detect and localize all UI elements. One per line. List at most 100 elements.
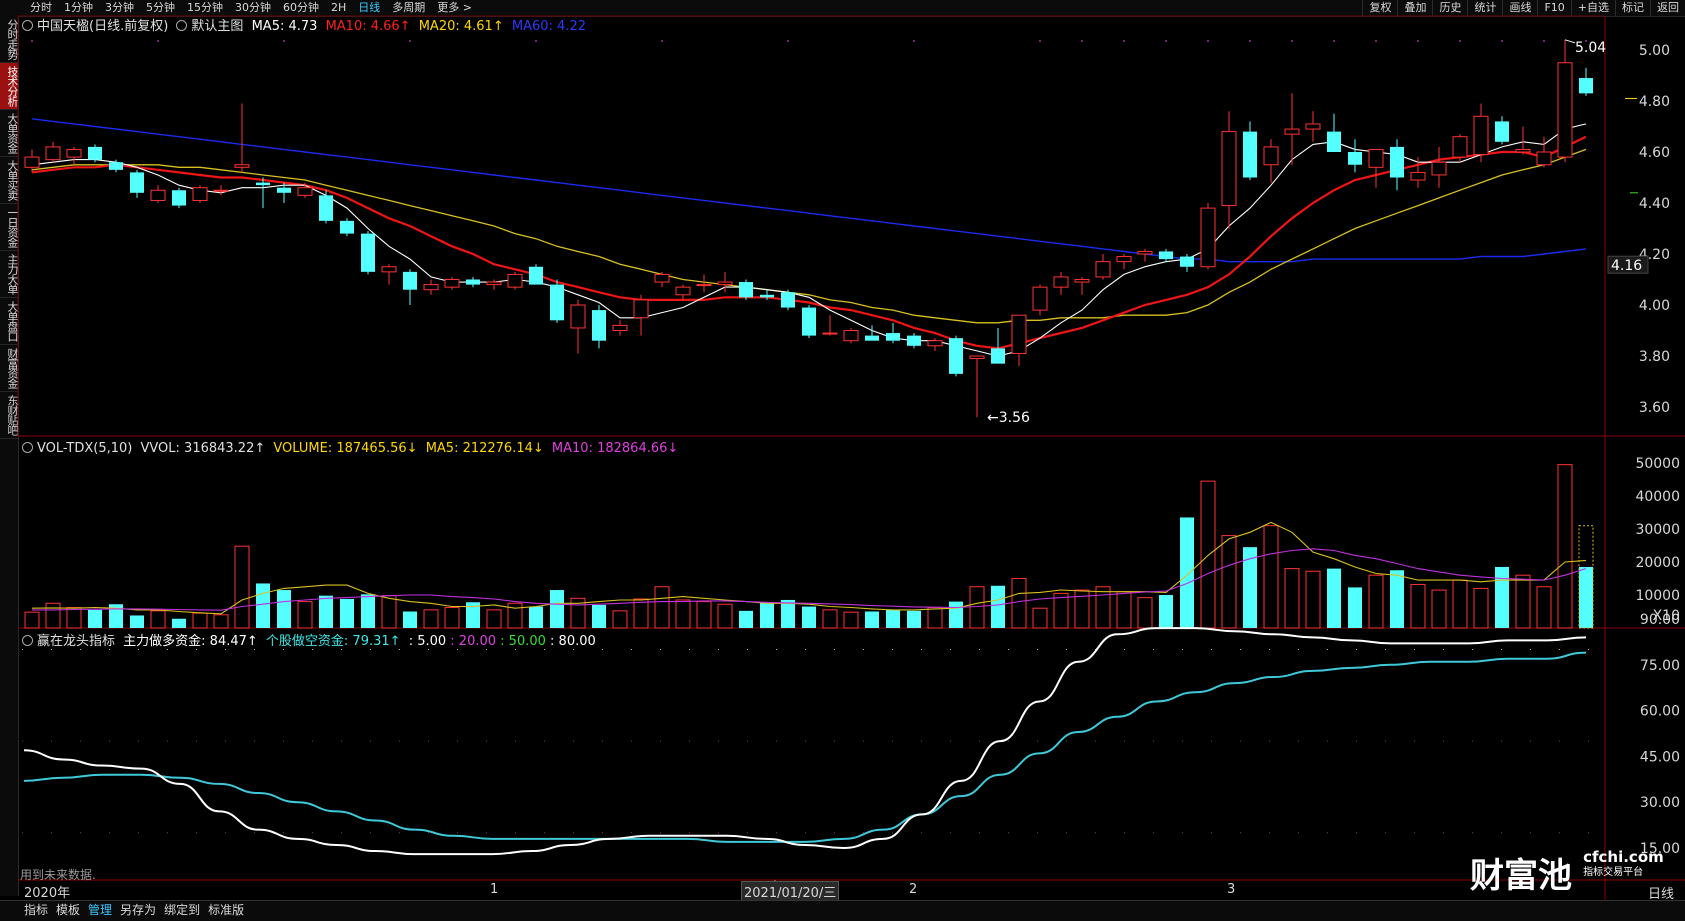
bottom-button[interactable]: 指标 [20, 901, 52, 919]
candle-body [760, 294, 774, 298]
level-20: : 20.00 [450, 634, 497, 649]
indicator-name: 赢在龙头指标 [37, 634, 116, 649]
signal-dot [1375, 40, 1377, 42]
candle-body [654, 273, 670, 283]
volume-axis-label: 30000 [1635, 522, 1680, 538]
stock-chart[interactable]: 5.004.804.604.404.204.003.803.605.04←3.5… [0, 0, 1685, 920]
volume-bar [361, 594, 375, 628]
indicator-toggle-icon[interactable] [22, 635, 33, 646]
candle-body [1074, 279, 1090, 283]
volume-bar [277, 590, 291, 628]
volume-bar [654, 586, 670, 629]
candle-body [88, 146, 102, 160]
candle-body [822, 332, 838, 335]
candle-body [843, 330, 859, 342]
candle-body [1221, 131, 1237, 207]
signal-dot [1291, 40, 1293, 42]
signal-dot [1543, 40, 1545, 42]
candle-body [886, 333, 900, 341]
volume-bar [45, 602, 61, 629]
signal-dot [1081, 40, 1083, 42]
candle-body [45, 146, 61, 161]
volume-bar [1243, 547, 1257, 628]
volume-bar [1200, 480, 1216, 629]
candle-body [361, 233, 375, 272]
volume-bar [1536, 586, 1552, 629]
volume-bar [1327, 568, 1341, 628]
candle-body [130, 172, 144, 193]
cursor-date-label: 2021/01/20/三 [741, 881, 840, 902]
volume-bar [381, 595, 397, 629]
candle-body [1327, 131, 1341, 152]
low-marker: ←3.56 [987, 410, 1030, 426]
candle-body [717, 281, 733, 286]
candle-body [1431, 161, 1447, 176]
candle-body [570, 304, 586, 329]
volume-bar [802, 606, 816, 628]
candle-body [403, 271, 417, 290]
ma10-value: MA10: 4.66↑ [325, 19, 411, 34]
price-axis-label: 4.60 [1639, 145, 1670, 161]
candle-body [550, 284, 564, 321]
signal-dot [283, 40, 285, 42]
volume-bar [234, 545, 250, 629]
candle-body [192, 187, 208, 201]
candle-body [1032, 286, 1048, 311]
signal-dot [1459, 40, 1461, 42]
volume-bar [781, 599, 795, 628]
signal-dot [1501, 40, 1503, 42]
candle-body [172, 190, 186, 206]
signal-dot [31, 40, 33, 42]
candle-body [24, 156, 40, 168]
bottom-button[interactable]: 管理 [84, 901, 116, 919]
date-label-month2: 2 [909, 882, 918, 897]
volume-bar [88, 609, 102, 628]
volume-bar [1390, 570, 1404, 628]
volume-bar [444, 607, 460, 629]
candle-body [1495, 121, 1509, 142]
signal-dot [787, 40, 789, 42]
high-marker-line [1564, 39, 1576, 44]
candle-body [319, 195, 333, 221]
signal-dot [661, 40, 663, 42]
watermark: 财富池 cfchi.com 指标交易平台 [1470, 848, 1664, 897]
current-price-label: 4.16 [1611, 258, 1642, 274]
volume-axis-label: 40000 [1635, 489, 1680, 505]
watermark-subtitle: 指标交易平台 [1583, 867, 1644, 878]
candle-body [1180, 256, 1194, 267]
bottom-button[interactable]: 另存为 [116, 901, 160, 919]
volume-bar [1410, 583, 1426, 629]
volume-toggle-icon[interactable] [22, 442, 33, 453]
signal-dot [1207, 40, 1209, 42]
template-label[interactable]: 默认主图 [191, 19, 243, 34]
candle-body [423, 284, 439, 291]
candle-body [991, 348, 1005, 364]
signal-dot [913, 40, 915, 42]
legend-toggle-icon[interactable] [22, 20, 33, 31]
template-toggle-icon[interactable] [176, 20, 188, 31]
candle-body [1348, 152, 1362, 165]
volume-bar [24, 611, 40, 629]
price-axis-label: 3.80 [1639, 349, 1670, 365]
volume-bar [822, 609, 838, 629]
volume-bar [1137, 597, 1153, 629]
bottom-button[interactable]: 模板 [52, 901, 84, 919]
candle-body [907, 335, 921, 346]
candle-body [781, 292, 795, 308]
volume-bar [1116, 591, 1132, 629]
price-panel [17, 15, 1606, 437]
bottom-button[interactable]: 标准版 [204, 901, 248, 919]
bottom-button[interactable]: 绑定到 [160, 901, 204, 919]
watermark-site: cfchi.com [1583, 848, 1664, 866]
candle-body [1305, 123, 1321, 130]
main-force-long-value: 主力做多资金: 84.47↑ [123, 634, 258, 649]
volume-bar [1011, 578, 1027, 629]
volume-bar [612, 610, 628, 629]
candle-body [1243, 131, 1257, 178]
level-5: : 5.00 [408, 634, 447, 649]
indicator-axis-label: 90.00 [1640, 612, 1680, 628]
candle-body [696, 284, 712, 287]
volume-bar [949, 601, 963, 628]
price-axis-label: 4.00 [1639, 298, 1670, 314]
volume-bar [130, 615, 144, 628]
